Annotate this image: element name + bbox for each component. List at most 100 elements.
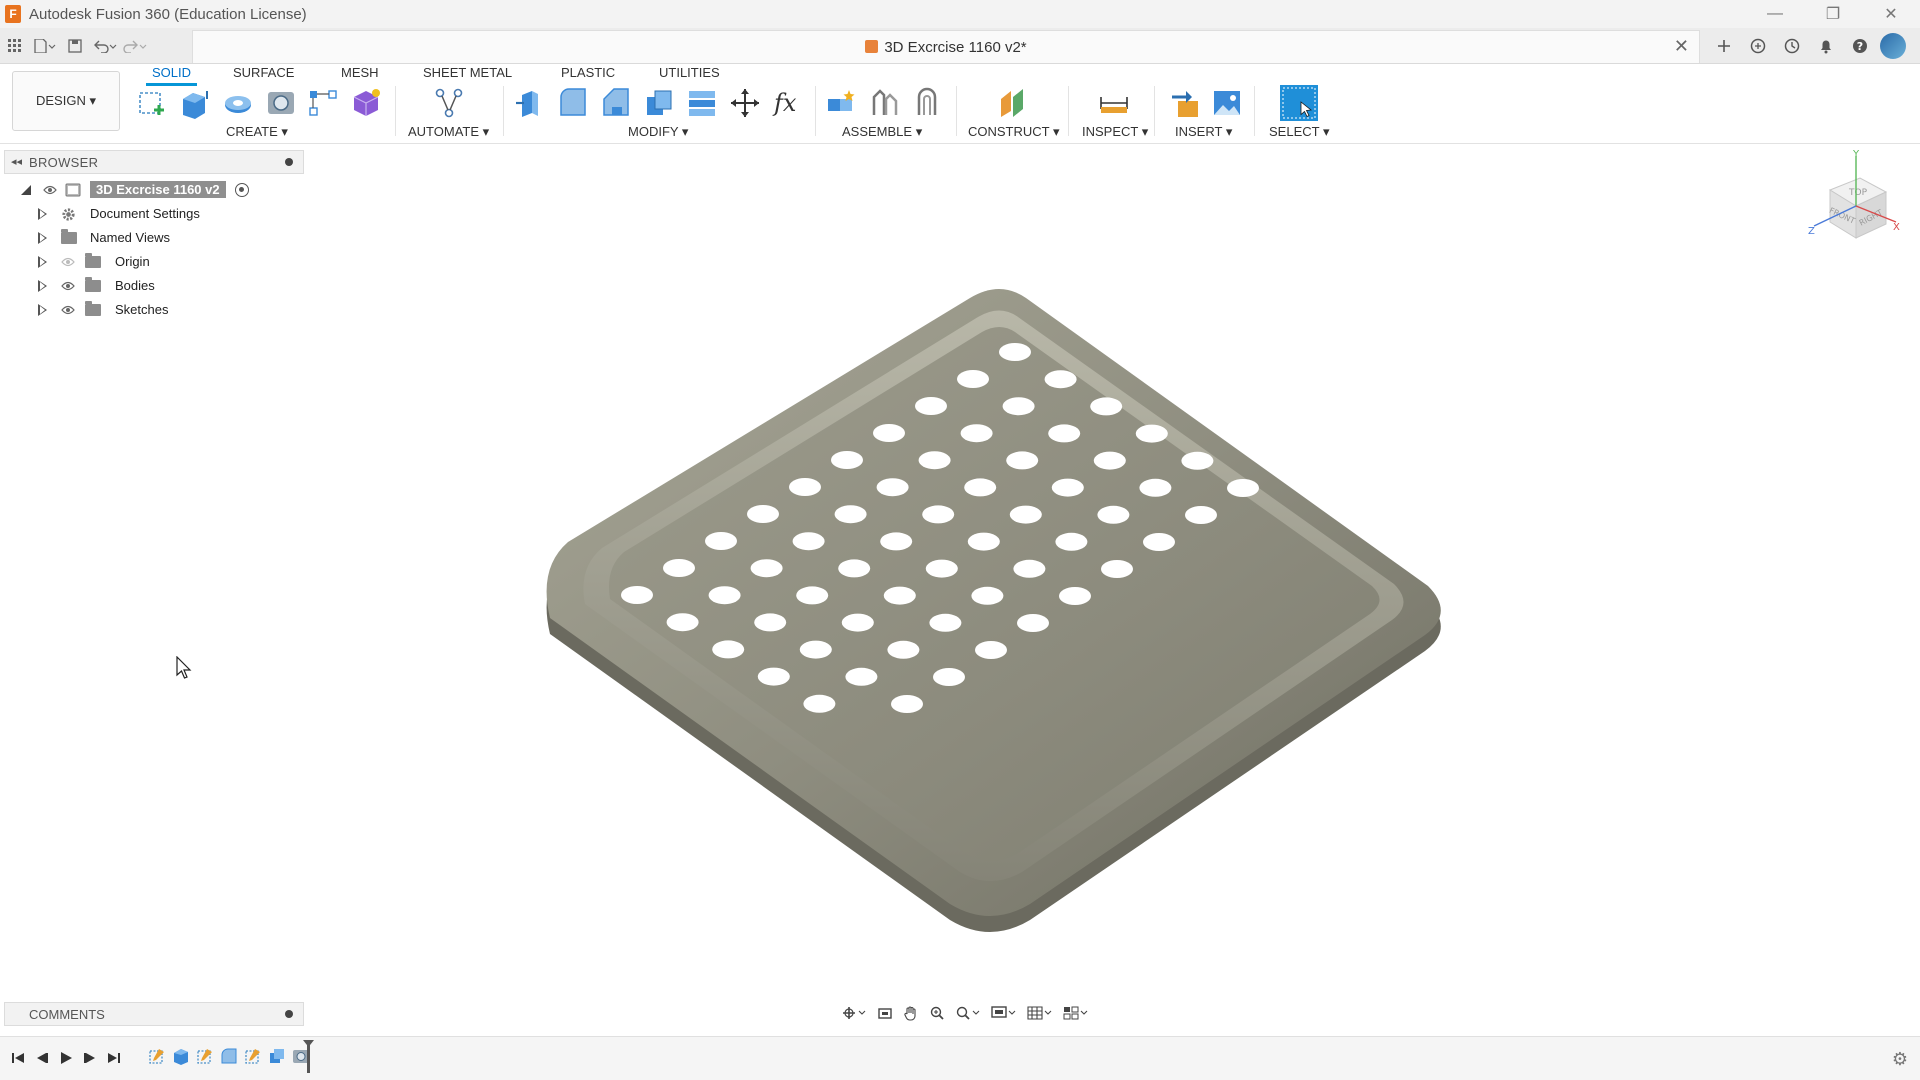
timeline-shell-icon[interactable] [268,1047,286,1065]
look-at-icon[interactable] [874,1002,896,1024]
visibility-eye-icon[interactable] [43,183,57,197]
user-avatar[interactable] [1880,33,1906,59]
zoom-icon[interactable] [926,1002,948,1024]
zoom-window-icon[interactable] [952,1002,984,1024]
timeline-sketch-icon[interactable] [244,1047,262,1065]
expand-triangle-icon[interactable] [38,232,47,244]
3d-viewport[interactable] [310,144,1920,1036]
new-component-icon[interactable] [824,86,858,120]
pin-browser-icon[interactable] [285,158,293,166]
visibility-eye-icon[interactable] [61,303,75,317]
timeline-extrude-icon[interactable] [172,1047,190,1065]
insert-canvas-image-icon[interactable] [1210,86,1244,120]
new-tab-plus-icon[interactable] [1710,32,1738,60]
fillet-icon[interactable] [556,86,590,120]
as-built-joint-icon[interactable] [910,86,944,120]
data-panel-grid-icon[interactable] [0,32,30,60]
pan-hand-icon[interactable] [900,1002,922,1024]
extensions-icon[interactable] [1744,32,1772,60]
minimize-button[interactable]: — [1746,0,1804,28]
insert-group-label[interactable]: INSERT ▾ [1175,124,1232,140]
go-to-start-icon[interactable] [10,1049,26,1067]
shell-icon[interactable] [642,86,676,120]
create-group-label[interactable]: CREATE ▾ [226,124,288,140]
help-icon[interactable]: ? [1846,32,1874,60]
tab-mesh[interactable]: MESH [341,64,379,84]
timeline-fillet-icon[interactable] [220,1047,238,1065]
previous-step-icon[interactable] [34,1049,50,1067]
workspace-switcher-button[interactable]: DESIGN ▾ [12,71,120,131]
tree-item-sketches[interactable]: Sketches [0,298,310,322]
rectangular-pattern-icon[interactable] [306,86,340,120]
tab-utilities[interactable]: UTILITIES [659,64,720,84]
expand-comments-icon[interactable] [285,1010,293,1018]
job-status-clock-icon[interactable] [1778,32,1806,60]
select-tool-icon[interactable] [1279,84,1319,122]
hidden-eye-icon[interactable] [61,255,75,269]
combine-icon[interactable] [685,86,719,120]
timeline-marker-handle[interactable] [307,1043,310,1073]
joint-icon[interactable] [867,86,901,120]
collapse-triangle-icon[interactable] [21,185,31,195]
tree-item-bodies[interactable]: Bodies [0,274,310,298]
construct-group-label[interactable]: CONSTRUCT ▾ [968,124,1060,140]
measure-icon[interactable] [1097,86,1131,120]
file-menu-icon[interactable] [30,32,60,60]
orbit-icon[interactable] [838,1002,870,1024]
grid-snaps-icon[interactable] [1024,1002,1056,1024]
change-parameters-fx-icon[interactable]: fx [771,86,805,120]
collapse-browser-icon[interactable]: ◂◂ [11,155,22,168]
browser-panel-header[interactable]: ◂◂ BROWSER [4,150,304,174]
tree-item-origin[interactable]: Origin [0,250,310,274]
undo-icon[interactable] [90,32,120,60]
visibility-eye-icon[interactable] [61,279,75,293]
tree-root-row[interactable]: 3D Excrcise 1160 v2 [0,178,310,202]
notifications-bell-icon[interactable] [1812,32,1840,60]
activate-component-radio-icon[interactable] [235,183,249,197]
viewports-icon[interactable] [1060,1002,1092,1024]
save-icon[interactable] [60,32,90,60]
assemble-group-label[interactable]: ASSEMBLE ▾ [842,124,922,140]
tab-surface[interactable]: SURFACE [233,64,294,84]
timeline-settings-gear-icon[interactable]: ⚙ [1892,1049,1908,1070]
close-tab-button[interactable]: ✕ [1674,36,1689,57]
expand-triangle-icon[interactable] [38,280,47,292]
timeline-sketch-icon[interactable] [196,1047,214,1065]
select-group-label[interactable]: SELECT ▾ [1269,124,1329,140]
next-step-icon[interactable] [82,1049,98,1067]
move-copy-icon[interactable] [728,86,762,120]
view-cube[interactable]: TOP FRONT RIGHT Y X Z [1800,150,1900,260]
automate-group-label[interactable]: AUTOMATE ▾ [408,124,489,140]
tab-sheet-metal[interactable]: SHEET METAL [423,64,512,84]
inspect-group-label[interactable]: INSPECT ▾ [1082,124,1148,140]
insert-derive-icon[interactable] [1169,86,1203,120]
tree-item-document-settings[interactable]: Document Settings [0,202,310,226]
display-settings-icon[interactable] [988,1002,1020,1024]
chamfer-icon[interactable] [599,86,633,120]
redo-icon[interactable] [120,32,150,60]
extrude-icon[interactable] [178,86,212,120]
tab-solid[interactable]: SOLID [145,64,198,86]
press-pull-icon[interactable] [513,86,547,120]
create-sketch-icon[interactable] [136,86,170,120]
timeline-sketch-icon[interactable] [148,1047,166,1065]
offset-plane-icon[interactable] [996,86,1030,120]
close-window-button[interactable]: ✕ [1862,0,1920,28]
viewcube-top-label[interactable]: TOP [1848,188,1868,198]
expand-triangle-icon[interactable] [38,256,47,268]
document-tab[interactable]: 3D Excrcise 1160 v2* ✕ [192,30,1700,63]
play-icon[interactable] [58,1049,74,1067]
tree-item-named-views[interactable]: Named Views [0,226,310,250]
revolve-icon[interactable] [221,86,255,120]
hole-icon[interactable] [264,86,298,120]
tab-plastic[interactable]: PLASTIC [561,64,615,84]
comments-panel-header[interactable]: COMMENTS [4,1002,304,1026]
automate-icon[interactable] [432,86,466,120]
restore-button[interactable]: ❐ [1804,0,1862,28]
modify-group-label[interactable]: MODIFY ▾ [628,124,688,140]
expand-triangle-icon[interactable] [38,304,47,316]
expand-triangle-icon[interactable] [38,208,47,220]
tree-root-label[interactable]: 3D Excrcise 1160 v2 [90,181,226,198]
go-to-end-icon[interactable] [106,1049,122,1067]
form-icon[interactable] [349,86,383,120]
